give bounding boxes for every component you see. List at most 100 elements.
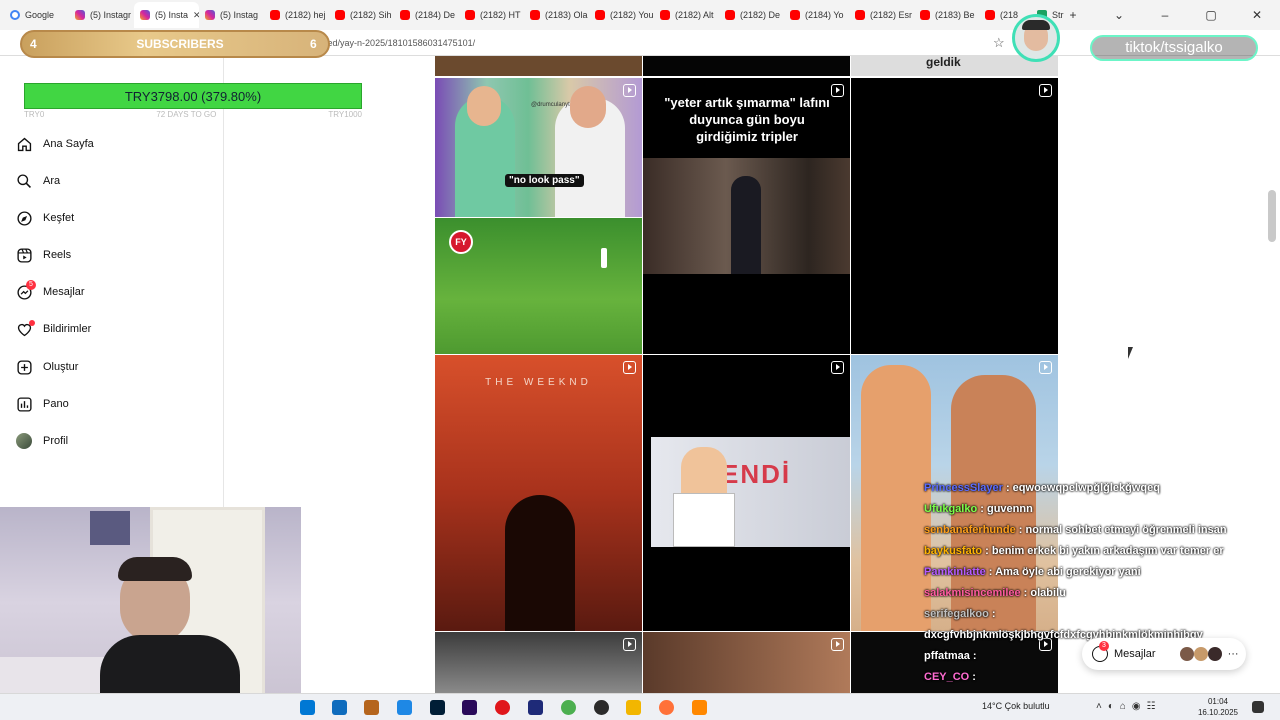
tab-label: (5) Insta	[155, 10, 189, 20]
sidebar-item-label: Keşfet	[43, 212, 75, 224]
url-field[interactable]: www.instagram.com/ta er/saved/yay-n-2025…	[210, 35, 1010, 51]
bookmark-star-icon[interactable]: ☆	[993, 35, 1005, 51]
browser-tab[interactable]: (2182) HT	[459, 2, 524, 28]
chat-message: eqwoewqpelwpğlğlekğwqeq	[1012, 482, 1160, 494]
sidebar-item-label: Bildirimler	[43, 323, 92, 335]
youtube-icon	[465, 10, 475, 20]
maximize-button[interactable]: ▢	[1188, 8, 1234, 22]
browser-tab[interactable]: (2183) Be	[914, 2, 979, 28]
post-tile[interactable]	[643, 632, 850, 693]
sidebar-item-oluştur[interactable]: Oluştur	[16, 357, 78, 377]
streamer-avatar	[1012, 14, 1060, 62]
messages-bar[interactable]: 3 Mesajlar ···	[1082, 638, 1246, 670]
photoshop-icon[interactable]	[430, 700, 445, 715]
weather-widget[interactable]: 14°C Çok bulutlu	[982, 701, 1050, 711]
browser-tab[interactable]: (5) Instag	[199, 2, 264, 28]
sidebar-item-label: Reels	[43, 249, 72, 261]
chat-line: PrincessSlayer : eqwoewqpelwpğlğlekğwqeq	[924, 478, 1264, 499]
chat-separator: :	[977, 503, 987, 515]
app-icon[interactable]	[364, 700, 379, 715]
post-tile[interactable]: ENDİ	[643, 355, 850, 631]
notification-icon[interactable]	[1252, 701, 1264, 713]
tab-label: (2182) You	[610, 10, 654, 20]
sidebar-item-reels[interactable]: Reels	[16, 245, 71, 265]
sidebar-item-profil[interactable]: Profil	[16, 431, 68, 451]
post-tile[interactable]	[435, 632, 642, 693]
new-tab-button[interactable]: +	[1050, 8, 1096, 22]
chat-username: Ufukgalko	[924, 503, 978, 515]
chat-message: Ama öyle abi gerekiyor yani	[995, 566, 1141, 578]
youtube-icon	[270, 10, 280, 20]
browser-tab[interactable]: Google	[4, 2, 69, 28]
browser-tab[interactable]: (2182) Esr	[849, 2, 914, 28]
chat-message: olabilu	[1030, 587, 1066, 599]
reels-icon	[831, 638, 844, 651]
tab-list-button[interactable]: ⌄	[1096, 8, 1142, 22]
post-tile[interactable]: "yeter artık şımarma" lafını duyunca gün…	[643, 78, 850, 354]
browser-tab[interactable]: (2182) Alt	[654, 2, 719, 28]
obs-icon[interactable]	[594, 700, 609, 715]
browser-tab[interactable]: (2184) Yo	[784, 2, 849, 28]
minimize-button[interactable]: –	[1142, 8, 1188, 22]
outlook-icon[interactable]	[332, 700, 347, 715]
chrome-icon[interactable]	[561, 700, 576, 715]
app-icon[interactable]	[528, 700, 543, 715]
app-icon[interactable]	[397, 700, 412, 715]
browser-tab[interactable]: (2182) De	[719, 2, 784, 28]
browser-tab[interactable]: (2182) hej	[264, 2, 329, 28]
browser-tab[interactable]: (2183) Ola	[524, 2, 589, 28]
post-tile[interactable]	[643, 56, 850, 76]
folder-icon[interactable]	[626, 700, 641, 715]
sidebar-item-mesajlar[interactable]: 5 Mesajlar	[16, 279, 85, 302]
browser-tab[interactable]: (2182) Sih	[329, 2, 394, 28]
chat-message: benim erkek bi yakın arkadaşım var temer…	[991, 545, 1224, 557]
video-frame	[643, 158, 850, 274]
chat-separator: :	[969, 650, 977, 662]
tab-label: (2184) De	[415, 10, 456, 20]
instagram-icon	[75, 10, 85, 20]
clock[interactable]: 01:04 16.10.2025	[1196, 696, 1240, 718]
post-tile[interactable]	[435, 56, 642, 76]
close-window-button[interactable]: ✕	[1234, 8, 1280, 22]
opera-icon[interactable]	[495, 700, 510, 715]
chat-username: PrincessSlayer	[924, 482, 1003, 494]
chat-username: serifegalkoo	[924, 608, 989, 620]
tab-label: (5) Instagr	[90, 10, 132, 20]
chat-username: senbanaferhunde	[924, 524, 1016, 536]
webcam-overlay	[0, 507, 301, 720]
scrollbar-thumb[interactable]	[1268, 190, 1276, 242]
person-figure	[731, 176, 761, 274]
compass-icon	[16, 210, 33, 227]
sidebar-item-pano[interactable]: Pano	[16, 394, 69, 414]
reels-icon	[623, 84, 636, 97]
sidebar-item-bildirimler[interactable]: Bildirimler	[16, 319, 91, 339]
post-tile[interactable]: "no look pass" @drumculanyt	[435, 78, 642, 217]
firefox-icon[interactable]	[659, 700, 674, 715]
tab-label: (2182) Esr	[870, 10, 913, 20]
sidebar-item-label: Profil	[43, 435, 69, 447]
home-icon	[16, 136, 33, 153]
vlc-icon[interactable]	[692, 700, 707, 715]
post-tile[interactable]: FY	[435, 218, 642, 354]
messenger-icon: 5	[16, 279, 36, 301]
sidebar-item-ana-sayfa[interactable]: Ana Sayfa	[16, 134, 94, 154]
sidebar-item-ara[interactable]: Ara	[16, 171, 60, 191]
reels-icon	[16, 247, 33, 264]
browser-tab[interactable]: (5) Insta ✕	[134, 2, 199, 28]
post-tile[interactable]: THE WEEKND	[435, 355, 642, 631]
browser-tab[interactable]: (2184) De	[394, 2, 459, 28]
shirt	[673, 493, 735, 547]
start-icon[interactable]	[300, 700, 315, 715]
tray-icons[interactable]: ˄◐⌂◉☷	[1096, 701, 1162, 712]
browser-tab[interactable]: (2182) You	[589, 2, 654, 28]
tab-label: (2183) Be	[935, 10, 975, 20]
messages-badge: 3	[1099, 641, 1109, 651]
post-tile[interactable]	[851, 78, 1058, 354]
sidebar-item-keşfet[interactable]: Keşfet	[16, 208, 74, 228]
chat-username: salakmisincemilee	[924, 587, 1021, 599]
browser-tab[interactable]: (5) Instagr	[69, 2, 134, 28]
goal-start: TRY0	[24, 110, 45, 119]
premiere-icon[interactable]	[462, 700, 477, 715]
person-figure	[861, 365, 931, 631]
sidebar-item-label: Ana Sayfa	[43, 138, 94, 150]
